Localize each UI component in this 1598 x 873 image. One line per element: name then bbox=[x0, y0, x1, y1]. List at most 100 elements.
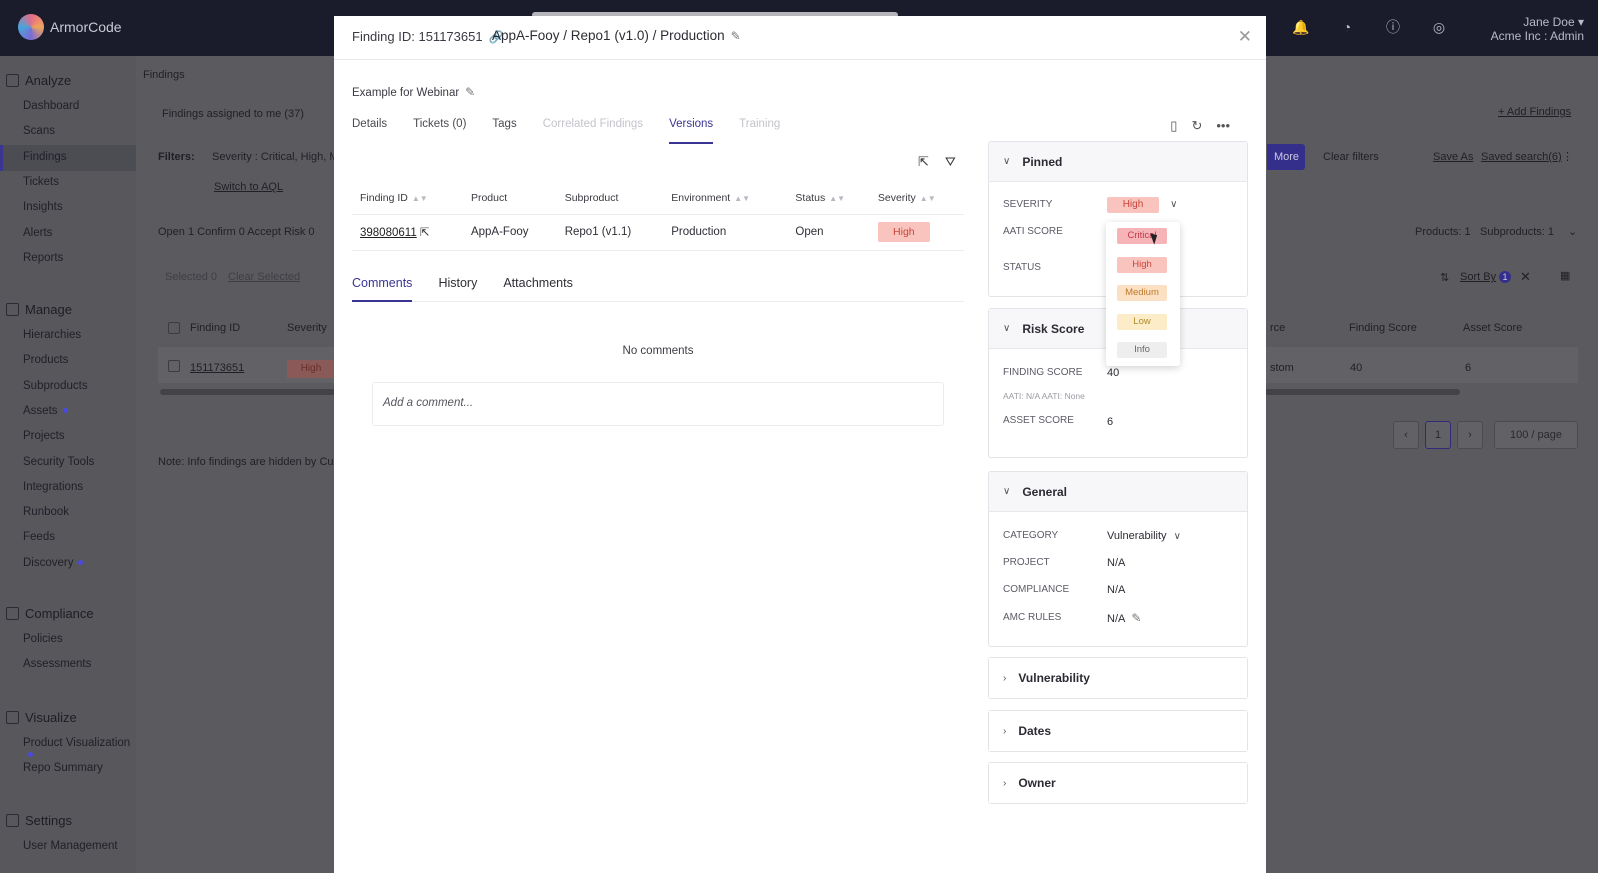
vulnerability-panel[interactable]: › Vulnerability bbox=[988, 657, 1248, 699]
table-row[interactable]: 398080611 ⇱ AppA-Fooy Repo1 (v1.1) Produ… bbox=[352, 214, 964, 251]
tab-versions[interactable]: Versions bbox=[669, 118, 714, 144]
help-icon[interactable]: ⓘ bbox=[1384, 18, 1402, 36]
severity-option-medium[interactable]: Medium bbox=[1117, 285, 1167, 301]
edit-icon[interactable]: ✎ bbox=[731, 29, 741, 43]
sidebar-item-integrations[interactable]: Integrations bbox=[23, 481, 83, 493]
external-link-icon[interactable]: ⇱ bbox=[918, 154, 929, 170]
sidebar-item-user-management[interactable]: User Management bbox=[23, 840, 118, 852]
severity-option-high[interactable]: High bbox=[1117, 256, 1167, 273]
col-severity[interactable]: Severity bbox=[287, 322, 327, 334]
col-finding-id[interactable]: Finding ID ▲▼ bbox=[352, 182, 463, 215]
sidebar-group-compliance[interactable]: Compliance bbox=[6, 606, 94, 621]
bookmark-icon[interactable]: ▯ bbox=[1170, 118, 1177, 134]
prev-page-button[interactable]: ‹ bbox=[1393, 421, 1419, 449]
general-panel-header[interactable]: ∨ General bbox=[989, 472, 1247, 512]
save-as-link[interactable]: Save As bbox=[1433, 151, 1473, 163]
row-checkbox[interactable] bbox=[168, 360, 180, 372]
status-counts[interactable]: Open 1 Confirm 0 Accept Risk 0 bbox=[158, 226, 315, 238]
clear-selected-link[interactable]: Clear Selected bbox=[228, 271, 300, 283]
edit-description-icon[interactable]: ✎ bbox=[465, 85, 475, 99]
refresh-icon[interactable]: ↻ bbox=[1191, 118, 1202, 134]
dates-panel[interactable]: › Dates bbox=[988, 710, 1248, 752]
sidebar-item-dashboard[interactable]: Dashboard bbox=[23, 100, 79, 112]
sidebar-item-runbook[interactable]: Runbook bbox=[23, 506, 69, 518]
sidebar-item-subproducts[interactable]: Subproducts bbox=[23, 380, 88, 392]
tab-tickets[interactable]: Tickets (0) bbox=[413, 118, 466, 144]
finding-id-link[interactable]: 398080611 bbox=[360, 227, 417, 239]
select-all-checkbox[interactable] bbox=[168, 322, 180, 334]
user-menu[interactable]: Jane Doe ▾ Acme Inc : Admin bbox=[1491, 15, 1584, 43]
col-asset-score[interactable]: Asset Score bbox=[1463, 322, 1522, 334]
vulnerability-panel-header[interactable]: › Vulnerability bbox=[989, 658, 1247, 698]
col-finding-score[interactable]: Finding Score bbox=[1349, 322, 1417, 334]
products-count[interactable]: Products: 1 bbox=[1415, 226, 1471, 238]
dates-panel-header[interactable]: › Dates bbox=[989, 711, 1247, 751]
edit-icon[interactable]: ✎ bbox=[1131, 611, 1141, 625]
sidebar-item-scans[interactable]: Scans bbox=[23, 125, 55, 137]
sidebar-item-alerts[interactable]: Alerts bbox=[23, 227, 52, 239]
close-icon[interactable]: ✕ bbox=[1238, 27, 1252, 47]
external-link-icon[interactable]: ⇱ bbox=[420, 227, 430, 239]
sidebar-item-products[interactable]: Products bbox=[23, 354, 68, 366]
sidebar-item-hierarchies[interactable]: Hierarchies bbox=[23, 329, 81, 341]
col-source[interactable]: rce bbox=[1270, 322, 1285, 334]
sidebar-item-assets[interactable]: Assets bbox=[23, 405, 68, 417]
sort-icon[interactable]: ▲▼ bbox=[734, 194, 750, 203]
sidebar-group-manage[interactable]: Manage bbox=[6, 302, 72, 317]
sidebar-item-projects[interactable]: Projects bbox=[23, 430, 65, 442]
tab-training[interactable]: Training bbox=[739, 118, 780, 144]
severity-option-info[interactable]: Info bbox=[1117, 342, 1167, 358]
col-environment[interactable]: Environment ▲▼ bbox=[663, 182, 788, 215]
col-product[interactable]: Product bbox=[462, 182, 557, 215]
sidebar-item-policies[interactable]: Policies bbox=[23, 633, 63, 645]
col-subproduct[interactable]: Subproduct bbox=[556, 182, 664, 215]
sidebar-group-analyze[interactable]: Analyze bbox=[6, 73, 71, 88]
clear-filters-button[interactable]: Clear filters bbox=[1323, 151, 1379, 163]
sidebar-group-settings[interactable]: Settings bbox=[6, 813, 72, 828]
sidebar-item-repo-summary[interactable]: Repo Summary bbox=[23, 762, 103, 774]
sort-by-link[interactable]: Sort By bbox=[1460, 271, 1496, 283]
sidebar-item-findings[interactable]: Findings bbox=[23, 151, 66, 163]
sidebar-item-product-visualization[interactable]: Product Visualization bbox=[23, 737, 136, 761]
sort-icon[interactable]: ▲▼ bbox=[829, 194, 845, 203]
tab-comments[interactable]: Comments bbox=[352, 276, 413, 302]
sidebar-item-reports[interactable]: Reports bbox=[23, 252, 63, 264]
owner-panel[interactable]: › Owner bbox=[988, 762, 1248, 804]
page-size-select[interactable]: 100 / page bbox=[1494, 421, 1578, 449]
sort-icon[interactable]: ▲▼ bbox=[920, 194, 936, 203]
owner-panel-header[interactable]: › Owner bbox=[989, 763, 1247, 803]
tab-details[interactable]: Details bbox=[352, 118, 387, 144]
clear-sort-icon[interactable]: ✕ bbox=[1520, 269, 1531, 285]
sidebar-item-assessments[interactable]: Assessments bbox=[23, 658, 91, 670]
more-horizontal-icon[interactable]: ••• bbox=[1216, 118, 1230, 134]
bell-icon[interactable]: 🔔 bbox=[1292, 18, 1310, 36]
sidebar-item-security-tools[interactable]: Security Tools bbox=[23, 456, 94, 468]
more-button[interactable]: More bbox=[1267, 144, 1305, 170]
category-select[interactable]: Vulnerability ∨ bbox=[1107, 530, 1181, 542]
support-icon[interactable]: ◎ bbox=[1430, 18, 1448, 36]
tab-attachments[interactable]: Attachments bbox=[503, 276, 572, 302]
switch-aql-link[interactable]: Switch to AQL bbox=[214, 181, 283, 193]
add-findings-link[interactable]: + Add Findings bbox=[1498, 106, 1571, 118]
columns-icon[interactable]: ▦ bbox=[1560, 269, 1570, 282]
severity-option-low[interactable]: Low bbox=[1117, 313, 1167, 330]
filter-icon[interactable]: ⛛ bbox=[945, 154, 956, 170]
assigned-filter[interactable]: Findings assigned to me (37) bbox=[162, 108, 304, 120]
tab-history[interactable]: History bbox=[438, 276, 477, 302]
severity-select[interactable]: High ∨ bbox=[1107, 197, 1177, 213]
pinned-panel-header[interactable]: ∨ Pinned bbox=[989, 142, 1247, 182]
page-number[interactable]: 1 bbox=[1425, 421, 1451, 449]
tab-correlated-findings[interactable]: Correlated Findings bbox=[543, 118, 643, 144]
tab-tags[interactable]: Tags bbox=[492, 118, 516, 144]
row-finding-id[interactable]: 151173651 bbox=[190, 362, 244, 374]
sidebar-item-feeds[interactable]: Feeds bbox=[23, 531, 55, 543]
filter-value[interactable]: Severity : Critical, High, M bbox=[212, 151, 339, 163]
headset-icon[interactable]: ◔ bbox=[1338, 18, 1356, 36]
logo[interactable]: ArmorCode bbox=[18, 14, 122, 40]
next-page-button[interactable]: › bbox=[1457, 421, 1483, 449]
saved-search-link[interactable]: Saved search(6) bbox=[1481, 151, 1562, 163]
chevron-down-icon[interactable]: ⌄ bbox=[1568, 225, 1577, 238]
sidebar-item-tickets[interactable]: Tickets bbox=[23, 176, 59, 188]
col-severity[interactable]: Severity ▲▼ bbox=[869, 182, 964, 215]
sidebar-group-visualize[interactable]: Visualize bbox=[6, 710, 77, 725]
